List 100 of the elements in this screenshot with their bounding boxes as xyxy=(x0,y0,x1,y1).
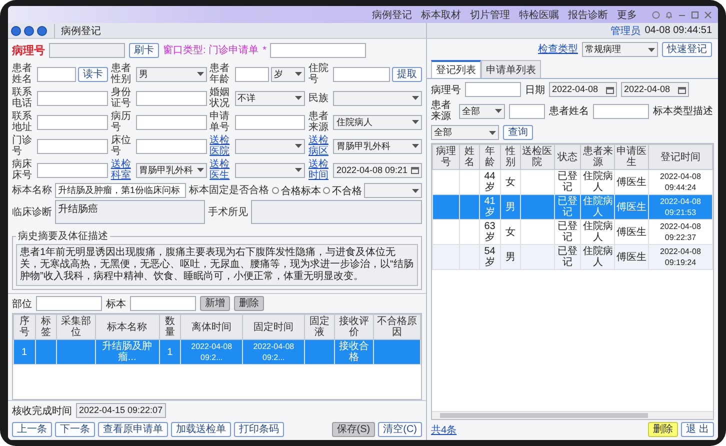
radio-button[interactable] xyxy=(272,187,280,194)
window-tab[interactable]: 病例登记 xyxy=(54,24,107,38)
field-label[interactable]: 送检科室 xyxy=(110,159,133,181)
field-label: 患者姓名 xyxy=(549,104,589,118)
input-field[interactable] xyxy=(49,42,125,58)
input-field[interactable] xyxy=(130,296,196,311)
column-header: 申请医生 xyxy=(614,144,648,170)
field-label[interactable]: 送检医院 xyxy=(210,135,232,157)
field-label: 婚姻状况 xyxy=(210,87,231,109)
input-field[interactable] xyxy=(37,114,108,130)
input-field[interactable] xyxy=(136,138,207,154)
dropdown[interactable]: 全部 xyxy=(459,104,505,118)
input-field[interactable]: 2022-04-15 09:22:07 xyxy=(76,403,166,418)
menu-item[interactable]: 报告诊断 xyxy=(568,8,608,22)
column-header: 送检医院 xyxy=(520,144,554,170)
dropdown[interactable]: 胃肠甲乳外科 xyxy=(333,138,422,154)
input-field[interactable] xyxy=(234,66,270,82)
field-label: 住院号 xyxy=(308,63,330,85)
section-title: 病史摘要及体征描述 xyxy=(17,230,109,243)
caret-icon xyxy=(295,144,302,148)
input-field[interactable] xyxy=(509,104,545,118)
date-field[interactable]: 2022-04-08 xyxy=(621,82,689,97)
tab[interactable]: 申请单列表 xyxy=(481,60,541,78)
dropdown[interactable] xyxy=(234,138,306,154)
dropdown[interactable] xyxy=(333,90,422,106)
menu-item[interactable]: 标本取材 xyxy=(421,8,461,22)
close-icon[interactable] xyxy=(704,10,712,18)
dropdown[interactable]: 全部 xyxy=(431,125,499,140)
input-field[interactable] xyxy=(136,90,207,106)
action-button[interactable]: 清空(C) xyxy=(378,422,422,437)
action-button[interactable]: 上一条 xyxy=(12,422,52,437)
field-label: 病理号 xyxy=(431,84,461,96)
field-label[interactable]: 送检医生 xyxy=(210,159,232,181)
radio-option[interactable]: 不合格 xyxy=(323,184,362,198)
dropdown[interactable]: 男 xyxy=(136,66,207,82)
action-button[interactable]: 打印条码 xyxy=(234,422,284,437)
text-area[interactable]: 升结肠癌 xyxy=(55,200,205,224)
field-label: 部位 xyxy=(12,298,32,310)
column-header: 标签 xyxy=(35,314,57,340)
column-header: 标本名称 xyxy=(95,314,160,340)
form-button[interactable]: 提取 xyxy=(392,66,422,82)
card-button[interactable]: 刷卡 xyxy=(129,42,159,58)
field-label: 标本名称 xyxy=(12,185,52,196)
dropdown[interactable] xyxy=(234,162,306,178)
bell-icon[interactable] xyxy=(665,10,673,18)
radio-button[interactable] xyxy=(323,187,330,194)
dropdown[interactable]: 住院病人 xyxy=(333,114,422,130)
action-button[interactable]: 删除 xyxy=(648,422,678,437)
input-field[interactable] xyxy=(37,90,108,106)
input-field[interactable] xyxy=(136,114,207,130)
date-field[interactable]: 2022-04-08 xyxy=(549,82,617,97)
dropdown[interactable]: 胃肠甲乳外科 xyxy=(136,162,207,178)
menu-item[interactable]: 切片管理 xyxy=(470,8,510,22)
input-field[interactable]: 升结肠及肿瘤，第1份临床问标 xyxy=(55,183,186,198)
action-button[interactable]: 删除 xyxy=(234,296,264,311)
menu-item[interactable]: 更多 xyxy=(617,8,637,22)
input-field[interactable] xyxy=(465,82,521,97)
input-field[interactable] xyxy=(333,66,390,82)
field-label: 民族 xyxy=(308,92,330,104)
quick-register-button[interactable]: 快速登记 xyxy=(662,42,712,57)
table-cell: 2022-04-08 09:2... xyxy=(180,340,243,364)
help-icon[interactable] xyxy=(652,10,660,18)
field-label[interactable]: 送检病区 xyxy=(308,135,330,157)
table-cell: 住院病人 xyxy=(580,244,615,270)
dropdown[interactable]: 不详 xyxy=(234,90,306,106)
column-header: 姓名 xyxy=(459,144,480,170)
input-field[interactable] xyxy=(270,42,366,58)
table-cell: 1 xyxy=(14,340,36,364)
tab[interactable]: 登记列表 xyxy=(431,60,481,78)
action-button[interactable]: 下一条 xyxy=(55,422,95,437)
action-button[interactable]: 新增 xyxy=(200,296,230,311)
input-field[interactable] xyxy=(593,104,649,118)
record-count[interactable]: 共4条 xyxy=(431,422,457,436)
scrollbar[interactable] xyxy=(432,411,713,419)
dropdown[interactable]: 常规病理 xyxy=(582,42,658,57)
action-button[interactable]: 查看原申请单 xyxy=(98,422,168,437)
maximize-icon[interactable] xyxy=(691,10,699,18)
action-button[interactable]: 加载送检单 xyxy=(171,422,231,437)
input-field[interactable] xyxy=(37,138,108,154)
table-cell: 2022-04-08 09:2... xyxy=(242,340,305,364)
input-field[interactable] xyxy=(37,162,108,178)
input-field[interactable] xyxy=(234,114,306,130)
menu-item[interactable]: 特检医嘱 xyxy=(519,8,559,22)
action-button[interactable]: 退 出 xyxy=(681,422,714,437)
menu-item[interactable]: 病例登记 xyxy=(372,8,412,22)
dropdown[interactable] xyxy=(364,183,422,198)
action-button[interactable]: 保存(S) xyxy=(332,422,376,437)
text-area[interactable] xyxy=(250,200,422,224)
caret-icon xyxy=(412,96,419,100)
form-button[interactable]: 读卡 xyxy=(78,66,108,82)
input-field[interactable] xyxy=(36,296,102,311)
field-label: 申请单号 xyxy=(210,111,231,133)
dropdown[interactable]: 岁 xyxy=(271,66,306,82)
date-field[interactable]: 2022-04-08 09:21 xyxy=(333,162,422,178)
history-text[interactable]: 患者1年前无明显诱因出现腹痛，腹痛主要表现为右下腹阵发性隐痛，与进食及体位无关，无寒战高热，无黑便，无恶心、呕吐，无尿血、腰痛等，现为求进一步诊治，以“结肠肿物”收入我科，病程中精神、饮食、睡眠尚可，小便正常，体重无明显改变。 xyxy=(16,244,418,286)
user-name[interactable]: 管理员 xyxy=(610,24,641,38)
input-field[interactable] xyxy=(37,66,76,82)
radio-option[interactable]: 合格标本 xyxy=(272,184,322,198)
field-label[interactable]: 送检时间 xyxy=(308,159,330,181)
query-button[interactable]: 查询 xyxy=(503,125,533,140)
